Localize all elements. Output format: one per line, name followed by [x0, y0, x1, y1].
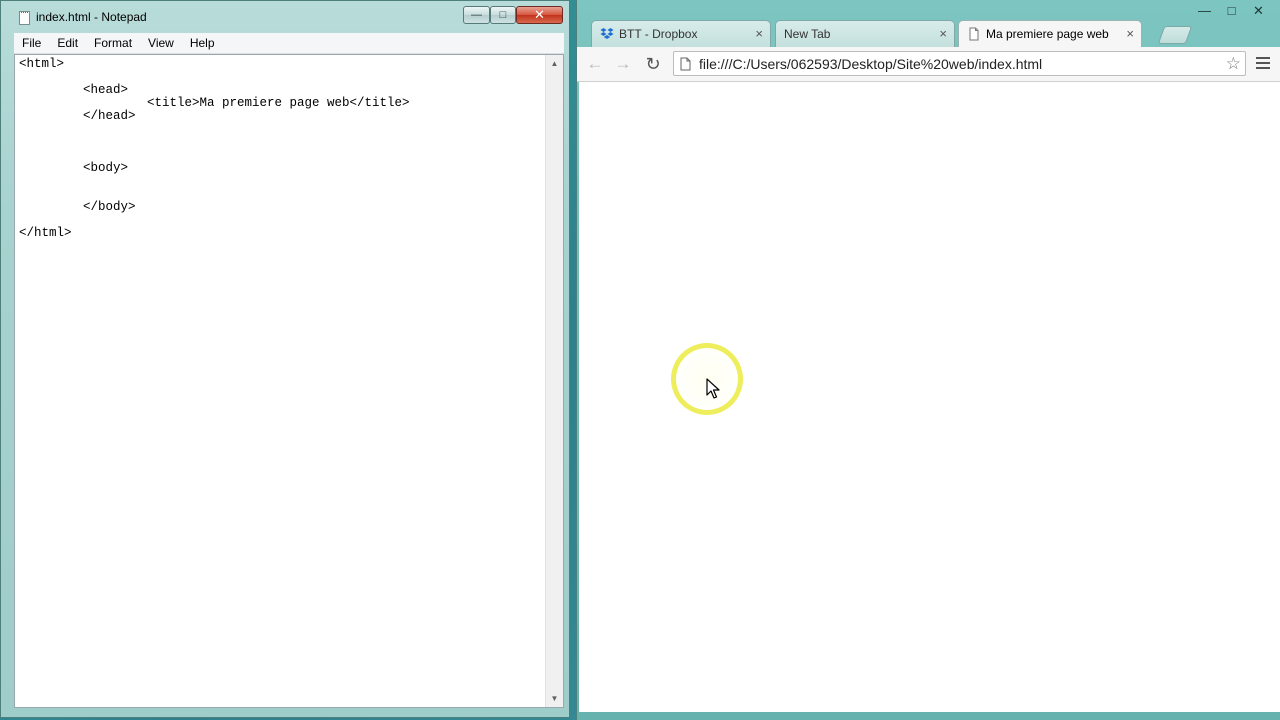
address-url[interactable]: file:///C:/Users/062593/Desktop/Site%20w…: [699, 56, 1042, 72]
code-line-html-open: <html>: [19, 57, 65, 71]
browser-window-controls: — □ ✕: [1191, 2, 1272, 20]
new-tab-button[interactable]: [1157, 26, 1193, 44]
browser-toolbar: ← → ↻ file:///C:/Users/062593/Desktop/Si…: [577, 47, 1280, 82]
bookmark-star-icon[interactable]: ☆: [1226, 54, 1241, 74]
notepad-window: index.html - Notepad — □ ✕ File Edit For…: [0, 0, 570, 718]
browser-close-button[interactable]: ✕: [1245, 2, 1272, 20]
menu-edit[interactable]: Edit: [49, 33, 86, 53]
dropbox-icon: [600, 28, 614, 39]
browser-minimize-button[interactable]: —: [1191, 2, 1218, 20]
tab-label: New Tab: [784, 27, 831, 41]
notepad-minimize-button[interactable]: —: [463, 6, 490, 24]
scroll-up-arrow-icon[interactable]: ▲: [546, 55, 563, 72]
tab-close-icon[interactable]: ×: [939, 26, 947, 41]
tab-new-tab[interactable]: New Tab ×: [775, 20, 955, 47]
code-line-body-open: <body>: [83, 161, 129, 175]
notepad-maximize-button[interactable]: □: [490, 6, 516, 24]
tab-btt-dropbox[interactable]: BTT - Dropbox ×: [591, 20, 771, 47]
code-line-body-close: </body>: [83, 200, 136, 214]
code-line-head-open: <head>: [83, 83, 129, 97]
tab-close-icon[interactable]: ×: [755, 26, 763, 41]
tab-label: BTT - Dropbox: [619, 27, 698, 41]
menu-view[interactable]: View: [140, 33, 182, 53]
notepad-vertical-scrollbar[interactable]: ▲ ▼: [545, 55, 563, 707]
page-icon: [969, 27, 979, 41]
tab-close-icon[interactable]: ×: [1126, 26, 1134, 41]
reload-icon[interactable]: ↻: [641, 52, 665, 76]
code-line-head-close: </head>: [83, 109, 136, 123]
notepad-menubar: File Edit Format View Help: [14, 33, 564, 54]
notepad-close-button[interactable]: ✕: [516, 6, 563, 24]
back-arrow-icon[interactable]: ←: [583, 52, 607, 76]
mouse-pointer-icon: [706, 378, 720, 399]
browser-menu-icon[interactable]: [1255, 55, 1271, 71]
tab-ma-premiere-page-web[interactable]: Ma premiere page web ×: [958, 20, 1142, 48]
notepad-title: index.html - Notepad: [36, 10, 147, 24]
menu-format[interactable]: Format: [86, 33, 140, 53]
browser-maximize-button[interactable]: □: [1218, 2, 1245, 20]
notepad-app-icon: [19, 11, 30, 25]
code-line-html-close: </html>: [19, 226, 72, 240]
code-line-title: <title>Ma premiere page web</title>: [147, 96, 410, 110]
code-content[interactable]: <html> <head> <title>Ma premiere page we…: [19, 55, 544, 705]
scroll-down-arrow-icon[interactable]: ▼: [546, 690, 563, 707]
tab-strip: BTT - Dropbox × New Tab × Ma premiere pa…: [589, 20, 1279, 48]
page-icon: [680, 57, 691, 71]
notepad-text-area[interactable]: <html> <head> <title>Ma premiere page we…: [14, 54, 564, 708]
menu-file[interactable]: File: [14, 33, 49, 53]
menu-help[interactable]: Help: [182, 33, 223, 53]
tab-label: Ma premiere page web: [986, 27, 1109, 41]
forward-arrow-icon[interactable]: →: [611, 52, 635, 76]
address-bar[interactable]: file:///C:/Users/062593/Desktop/Site%20w…: [673, 51, 1246, 76]
